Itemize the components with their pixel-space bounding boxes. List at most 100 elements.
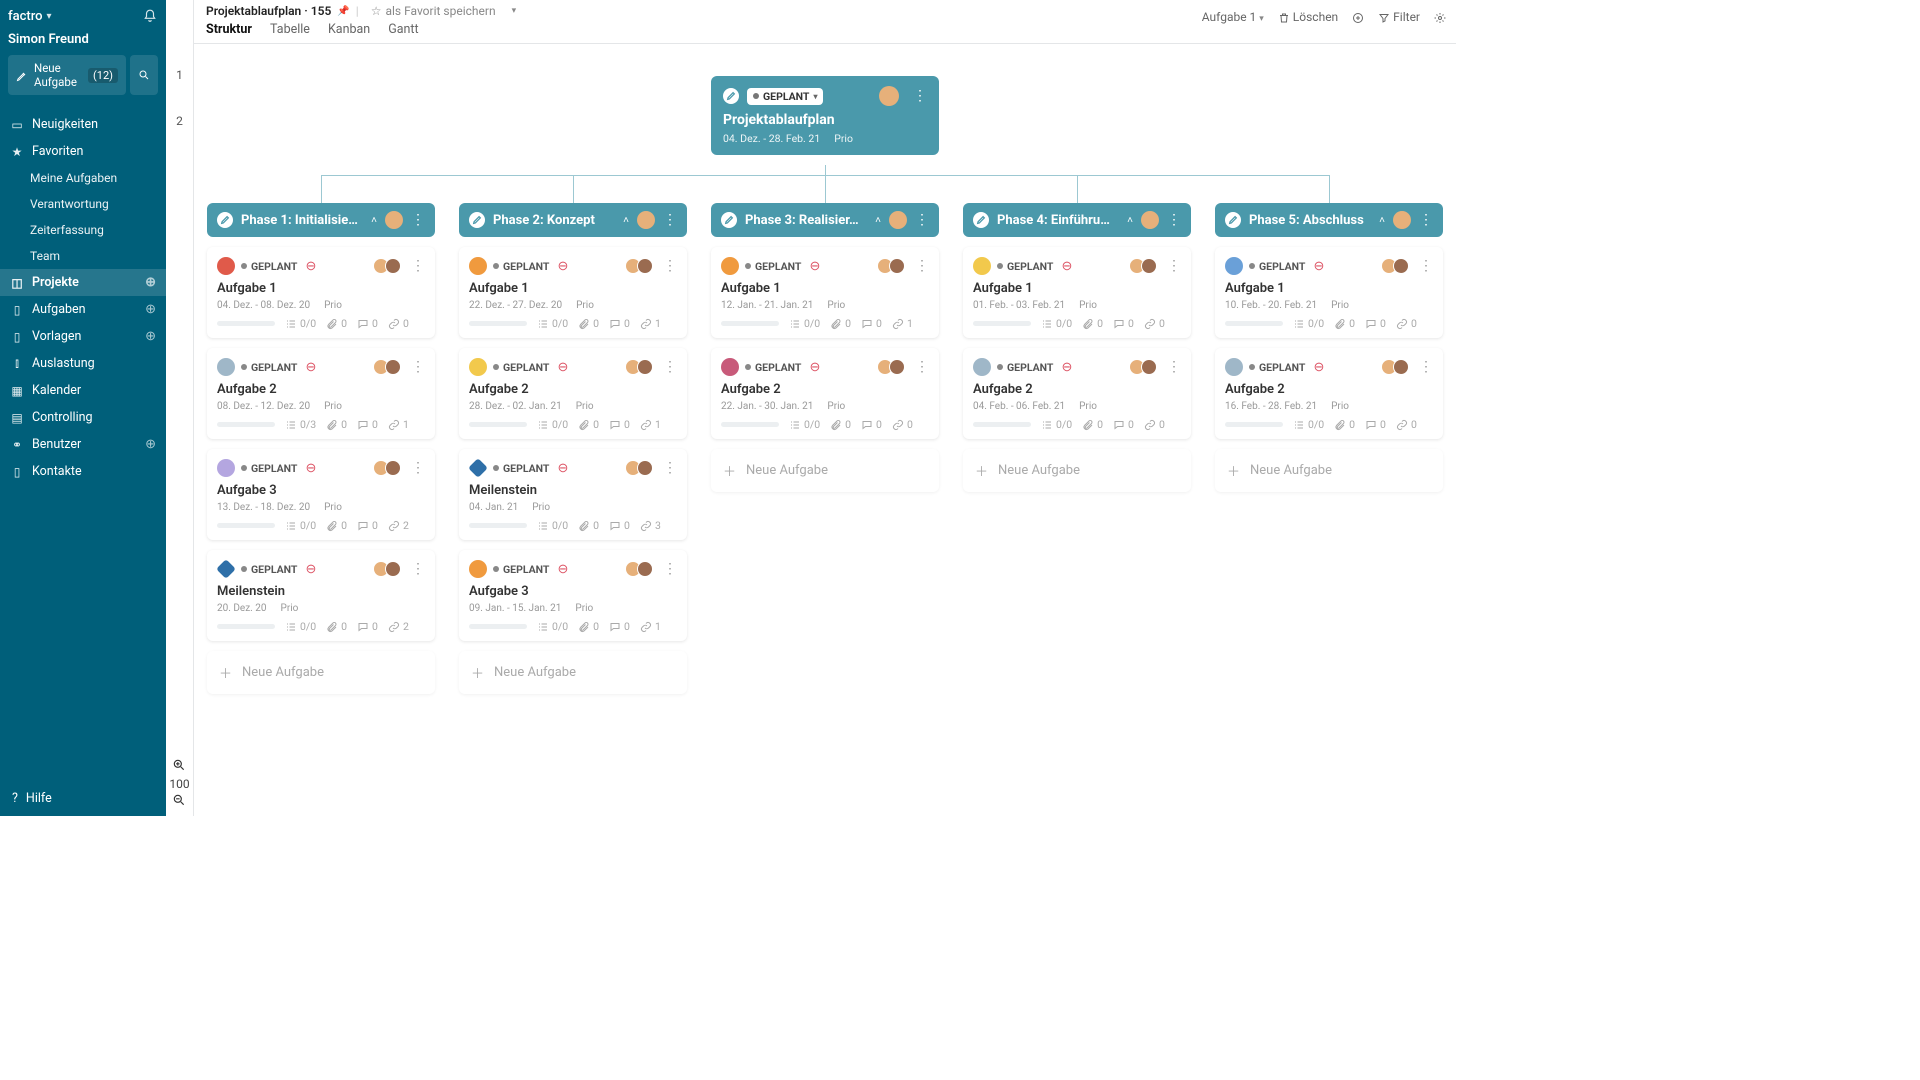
more-icon[interactable]: ⋮ xyxy=(411,359,425,375)
avatar[interactable] xyxy=(889,211,907,229)
pin-icon[interactable]: 📌 xyxy=(337,6,349,17)
save-favorite[interactable]: ☆ als Favorit speichern ▾ xyxy=(371,4,516,18)
edit-icon[interactable] xyxy=(973,212,989,228)
search-button[interactable] xyxy=(130,55,158,95)
status-pill[interactable]: GEPLANT xyxy=(493,260,549,273)
no-entry-icon[interactable]: ⊖ xyxy=(1061,360,1072,375)
edit-icon[interactable] xyxy=(1225,212,1241,228)
more-icon[interactable]: ⋮ xyxy=(915,359,929,375)
nav-verantwortung[interactable]: Verantwortung xyxy=(0,191,166,217)
more-icon[interactable]: ⋮ xyxy=(1167,258,1181,274)
task-card[interactable]: GEPLANT ⊖ ⋮ Aufgabe 1 12. Jan. - 21. Jan… xyxy=(711,247,939,338)
task-card[interactable]: GEPLANT ⊖ ⋮ Aufgabe 1 10. Feb. - 20. Feb… xyxy=(1215,247,1443,338)
avatar[interactable] xyxy=(637,211,655,229)
collapse-icon[interactable]: ˄ xyxy=(623,215,629,226)
plus-icon[interactable]: ⊕ xyxy=(145,329,156,344)
avatar[interactable] xyxy=(879,86,899,106)
more-icon[interactable]: ⋮ xyxy=(411,460,425,476)
tab-kanban[interactable]: Kanban xyxy=(328,22,370,41)
no-entry-icon[interactable]: ⊖ xyxy=(557,360,568,375)
status-pill[interactable]: GEPLANT xyxy=(493,361,549,374)
bell-icon[interactable] xyxy=(142,8,158,24)
nav-zeit[interactable]: Zeiterfassung xyxy=(0,217,166,243)
status-pill[interactable]: GEPLANT xyxy=(241,462,297,475)
user-name[interactable]: Simon Freund xyxy=(8,28,158,55)
nav-benutzer[interactable]: ⚭Benutzer⊕ xyxy=(0,431,166,458)
phase-header[interactable]: Phase 5: Abschluss ˄ ⋮ xyxy=(1215,203,1443,237)
tab-struktur[interactable]: Struktur xyxy=(206,22,252,41)
no-entry-icon[interactable]: ⊖ xyxy=(1313,360,1324,375)
more-icon[interactable]: ⋮ xyxy=(1419,212,1433,228)
zoom-out-icon[interactable] xyxy=(172,793,186,810)
task-card[interactable]: GEPLANT ⊖ ⋮ Aufgabe 1 04. Dez. - 08. Dez… xyxy=(207,247,435,338)
avatar[interactable] xyxy=(1141,211,1159,229)
avatars[interactable] xyxy=(1385,359,1409,375)
more-icon[interactable]: ⋮ xyxy=(1167,212,1181,228)
more-icon[interactable]: ⋮ xyxy=(663,359,677,375)
no-entry-icon[interactable]: ⊖ xyxy=(1313,259,1324,274)
more-icon[interactable]: ⋮ xyxy=(915,212,929,228)
new-task-button[interactable]: ＋Neue Aufgabe xyxy=(459,651,687,694)
task-card[interactable]: GEPLANT ⊖ ⋮ Aufgabe 3 09. Jan. - 15. Jan… xyxy=(459,550,687,641)
more-icon[interactable]: ⋮ xyxy=(1419,258,1433,274)
nav-aufgaben[interactable]: ▯Aufgaben⊕ xyxy=(0,296,166,323)
zoom-in-icon[interactable] xyxy=(172,758,186,775)
new-task-button[interactable]: ＋Neue Aufgabe xyxy=(207,651,435,694)
chevron-down-icon[interactable]: ▾ xyxy=(512,6,517,16)
no-entry-icon[interactable]: ⊖ xyxy=(305,259,316,274)
status-pill[interactable]: GEPLANT xyxy=(241,563,297,576)
status-pill[interactable]: GEPLANT xyxy=(745,260,801,273)
avatars[interactable] xyxy=(881,258,905,274)
avatars[interactable] xyxy=(629,258,653,274)
nav-team[interactable]: Team xyxy=(0,243,166,269)
no-entry-icon[interactable]: ⊖ xyxy=(557,562,568,577)
nav-kontakte[interactable]: ▯Kontakte xyxy=(0,458,166,485)
avatars[interactable] xyxy=(377,258,401,274)
status-pill[interactable]: GEPLANT xyxy=(493,462,549,475)
phase-header[interactable]: Phase 4: Einführu… ˄ ⋮ xyxy=(963,203,1191,237)
task-card[interactable]: GEPLANT ⊖ ⋮ Aufgabe 3 13. Dez. - 18. Dez… xyxy=(207,449,435,540)
no-entry-icon[interactable]: ⊖ xyxy=(557,461,568,476)
more-icon[interactable]: ⋮ xyxy=(663,460,677,476)
more-icon[interactable]: ⋮ xyxy=(663,258,677,274)
task-card[interactable]: GEPLANT ⊖ ⋮ Meilenstein 20. Dez. 20Prio … xyxy=(207,550,435,641)
new-task-button[interactable]: ＋Neue Aufgabe xyxy=(1215,449,1443,492)
more-icon[interactable]: ⋮ xyxy=(411,258,425,274)
edit-icon[interactable] xyxy=(217,212,233,228)
task-card[interactable]: GEPLANT ⊖ ⋮ Aufgabe 2 28. Dez. - 02. Jan… xyxy=(459,348,687,439)
nav-auslastung[interactable]: ⫾Auslastung xyxy=(0,350,166,377)
delete-button[interactable]: Löschen xyxy=(1278,10,1338,24)
brand-name[interactable]: factro xyxy=(8,9,43,24)
new-task-button[interactable]: ＋Neue Aufgabe xyxy=(711,449,939,492)
no-entry-icon[interactable]: ⊖ xyxy=(809,360,820,375)
more-icon[interactable]: ⋮ xyxy=(663,212,677,228)
plus-icon[interactable]: ⊕ xyxy=(145,302,156,317)
no-entry-icon[interactable]: ⊖ xyxy=(1061,259,1072,274)
tab-tabelle[interactable]: Tabelle xyxy=(270,22,310,41)
avatars[interactable] xyxy=(629,561,653,577)
project-title[interactable]: Projektablaufplan · 155 xyxy=(206,4,331,18)
add-icon[interactable] xyxy=(1352,10,1364,24)
task-card[interactable]: GEPLANT ⊖ ⋮ Aufgabe 1 01. Feb. - 03. Feb… xyxy=(963,247,1191,338)
status-pill[interactable]: GEPLANT xyxy=(241,361,297,374)
status-pill[interactable]: GEPLANT xyxy=(997,260,1053,273)
avatar[interactable] xyxy=(385,211,403,229)
tab-gantt[interactable]: Gantt xyxy=(388,22,418,41)
edit-icon[interactable] xyxy=(723,88,739,104)
avatars[interactable] xyxy=(1133,359,1157,375)
brand-chevron-icon[interactable]: ▾ xyxy=(47,11,52,22)
more-icon[interactable]: ⋮ xyxy=(915,258,929,274)
task-selector[interactable]: Aufgabe 1 ▾ xyxy=(1202,10,1264,24)
no-entry-icon[interactable]: ⊖ xyxy=(305,360,316,375)
avatars[interactable] xyxy=(377,359,401,375)
avatars[interactable] xyxy=(377,561,401,577)
nav-vorlagen[interactable]: ▯Vorlagen⊕ xyxy=(0,323,166,350)
status-pill[interactable]: GEPLANT xyxy=(1249,361,1305,374)
status-pill[interactable]: GEPLANT xyxy=(745,361,801,374)
avatars[interactable] xyxy=(1385,258,1409,274)
more-icon[interactable]: ⋮ xyxy=(663,561,677,577)
phase-header[interactable]: Phase 1: Initialisie… ˄ ⋮ xyxy=(207,203,435,237)
avatars[interactable] xyxy=(629,359,653,375)
new-task-button[interactable]: ＋Neue Aufgabe xyxy=(963,449,1191,492)
no-entry-icon[interactable]: ⊖ xyxy=(305,562,316,577)
